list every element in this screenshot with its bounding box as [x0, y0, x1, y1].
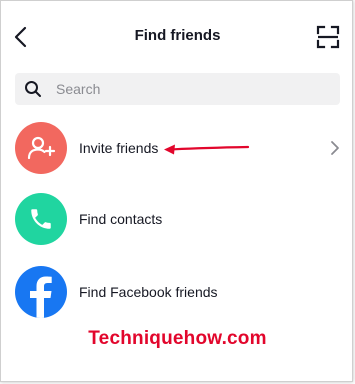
- invite-friends-label: Invite friends: [79, 140, 159, 156]
- find-contacts-label: Find contacts: [79, 211, 163, 227]
- page-title: Find friends: [134, 27, 221, 44]
- add-person-icon: [27, 136, 56, 160]
- search-bar[interactable]: [15, 73, 340, 105]
- header: Find friends: [0, 0, 355, 72]
- phone-icon: [31, 209, 51, 229]
- find-facebook-friends-label: Find Facebook friends: [79, 284, 218, 300]
- chevron-right-icon: [331, 141, 339, 155]
- find-facebook-friends-row[interactable]: Find Facebook friends: [15, 266, 340, 318]
- search-icon: [25, 81, 41, 97]
- find-contacts-avatar: [15, 193, 67, 245]
- facebook-avatar: [15, 266, 67, 318]
- annotation-arrow: [164, 144, 250, 155]
- scan-icon[interactable]: [316, 25, 340, 49]
- facebook-icon: [30, 276, 52, 318]
- invite-friends-avatar: [15, 122, 67, 174]
- search-input[interactable]: [54, 80, 318, 98]
- find-contacts-row[interactable]: Find contacts: [15, 193, 340, 245]
- watermark-text: Techniquehow.com: [88, 328, 267, 349]
